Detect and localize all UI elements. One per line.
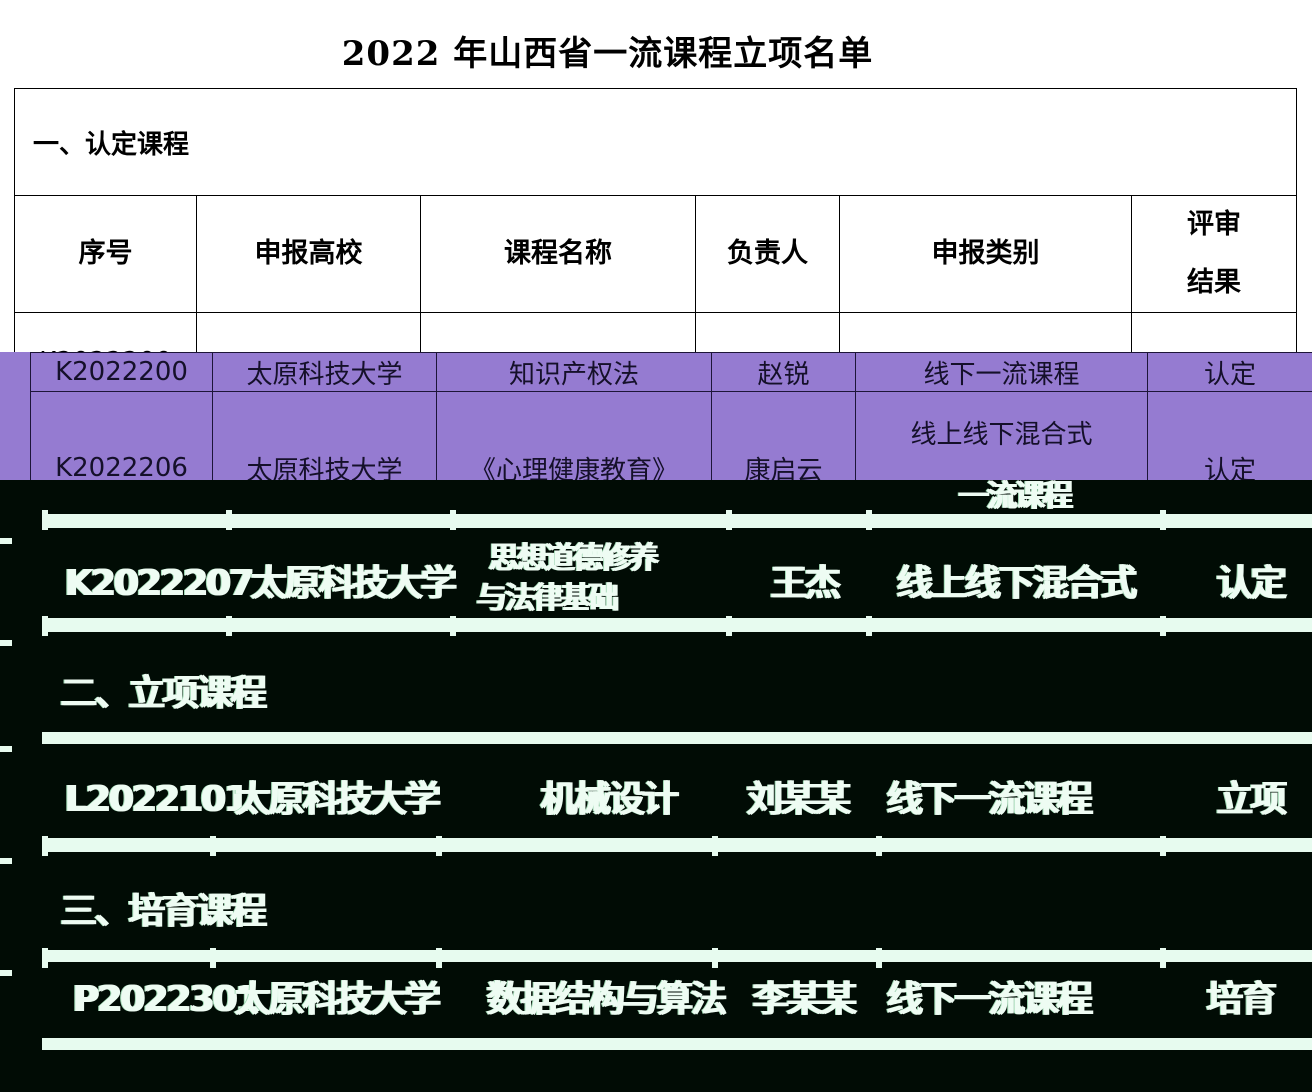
glitch-divider bbox=[1160, 510, 1166, 530]
glitch-line bbox=[42, 838, 1312, 852]
glitch-divider bbox=[866, 616, 872, 636]
glitch-text: 线下一流课程 bbox=[886, 979, 1092, 1020]
glitch-divider bbox=[210, 836, 216, 856]
glitch-line bbox=[42, 732, 1312, 744]
glitch-divider bbox=[226, 616, 232, 636]
glitch-tick bbox=[0, 970, 12, 976]
section-row: 一、认定课程 bbox=[13, 88, 1298, 196]
glitch-text: L2022101 bbox=[64, 779, 248, 820]
header-course: 课程名称 bbox=[420, 195, 696, 313]
purple-glitch-band: K2022200 太原科技大学 知识产权法 赵锐 线下一流课程 认定 K2022… bbox=[0, 352, 1312, 480]
glitch-text: 思想道德修养 bbox=[488, 541, 658, 576]
cell-school: 太原科技大学 bbox=[212, 391, 437, 480]
title-text: 年山西省一流课程立项名单 bbox=[440, 34, 874, 74]
glitch-divider bbox=[1160, 836, 1166, 856]
document-title: 2022 年山西省一流课程立项名单 bbox=[0, 26, 1215, 75]
glitch-divider bbox=[42, 510, 48, 530]
glitch-divider bbox=[726, 510, 732, 530]
header-result-line1: 评审 bbox=[1187, 209, 1242, 240]
glitch-text: 机械设计 bbox=[540, 779, 678, 820]
header-owner: 负责人 bbox=[695, 195, 840, 313]
glitch-line bbox=[42, 950, 1312, 962]
glitch-line bbox=[48, 618, 1312, 632]
header-index: 序号 bbox=[14, 195, 197, 313]
glitch-text: P2022301 bbox=[72, 979, 260, 1020]
title-year: 2022 bbox=[341, 34, 441, 74]
header-school: 申报高校 bbox=[196, 195, 421, 313]
glitch-divider bbox=[876, 948, 882, 968]
glitch-tick bbox=[0, 858, 12, 864]
glitch-divider bbox=[436, 948, 442, 968]
cell-result: 认定 bbox=[1147, 352, 1312, 392]
glitch-divider bbox=[712, 836, 718, 856]
glitch-text: 认定 bbox=[1216, 563, 1286, 604]
glitch-text: 立项 bbox=[1216, 779, 1286, 820]
glitch-text: 太原科技大学 bbox=[234, 779, 440, 820]
glitch-divider bbox=[866, 510, 872, 530]
corrupted-region: 一流课程 K2022207 太原科技大学 思想道德修养 与法律基础 王杰 线上线… bbox=[0, 480, 1312, 1092]
glitch-tick bbox=[0, 746, 12, 752]
header-category: 申报类别 bbox=[839, 195, 1132, 313]
cell-owner: 赵锐 bbox=[711, 352, 856, 392]
cell-index: K2022200 bbox=[30, 352, 213, 392]
glitch-line bbox=[42, 1038, 1312, 1050]
cell-index: K2022206 bbox=[30, 391, 213, 480]
glitch-text: 与法律基础 bbox=[476, 581, 618, 616]
glitch-section-heading: 三、培育课程 bbox=[60, 891, 266, 932]
glitch-divider bbox=[42, 616, 48, 636]
glitch-text: 培育 bbox=[1206, 979, 1276, 1020]
glitch-text: 一流课程 bbox=[958, 480, 1072, 514]
glitch-text: 线下一流课程 bbox=[886, 779, 1092, 820]
table-row: K2022200 太原科技大学 知识产权法 赵锐 线下一流课程 认定 bbox=[30, 352, 1312, 392]
header-result-line2: 结果 bbox=[1187, 267, 1242, 298]
glitch-line bbox=[42, 514, 1312, 528]
purple-table-fragment: K2022200 太原科技大学 知识产权法 赵锐 线下一流课程 认定 K2022… bbox=[30, 352, 1312, 480]
cell-school: 太原科技大学 bbox=[212, 352, 437, 392]
glitch-tick bbox=[0, 538, 12, 544]
section-heading: 一、认定课程 bbox=[13, 88, 1298, 196]
glitch-text: 太原科技大学 bbox=[234, 979, 440, 1020]
glitch-divider bbox=[436, 836, 442, 856]
cell-result: 认定 bbox=[1147, 391, 1312, 480]
cell-category: 线上线下混合式 bbox=[855, 391, 1148, 480]
glitch-text: 太原科技大学 bbox=[250, 563, 456, 604]
glitch-divider bbox=[876, 836, 882, 856]
table-row: K2022206 太原科技大学 《心理健康教育》 康启云 线上线下混合式 认定 bbox=[30, 391, 1312, 480]
glitch-divider bbox=[1160, 948, 1166, 968]
cell-course: 《心理健康教育》 bbox=[436, 391, 712, 480]
header-result: 评审 结果 bbox=[1130, 195, 1298, 313]
glitch-text: 数据结构与算法 bbox=[486, 979, 726, 1020]
cell-owner: 康启云 bbox=[711, 391, 856, 480]
glitch-text: 线上线下混合式 bbox=[896, 563, 1136, 604]
glitch-divider bbox=[42, 836, 48, 856]
cell-category: 线下一流课程 bbox=[855, 352, 1148, 392]
glitch-divider bbox=[450, 510, 456, 530]
glitch-divider bbox=[712, 948, 718, 968]
glitch-divider bbox=[42, 948, 48, 968]
glitch-divider bbox=[1160, 616, 1166, 636]
glitch-text: 刘某某 bbox=[746, 779, 850, 820]
glitch-tick bbox=[0, 640, 12, 646]
glitch-section-heading: 二、立项课程 bbox=[60, 673, 266, 714]
glitch-text: K2022207 bbox=[64, 563, 253, 604]
header-row: 序号 申报高校 课程名称 负责人 申报类别 评审 结果 bbox=[14, 195, 1298, 313]
glitch-text: 李某某 bbox=[752, 979, 856, 1020]
glitch-divider bbox=[210, 948, 216, 968]
glitch-divider bbox=[450, 616, 456, 636]
cell-course: 知识产权法 bbox=[436, 352, 712, 392]
glitch-divider bbox=[726, 616, 732, 636]
glitch-text: 王杰 bbox=[770, 563, 840, 604]
glitch-divider bbox=[226, 510, 232, 530]
